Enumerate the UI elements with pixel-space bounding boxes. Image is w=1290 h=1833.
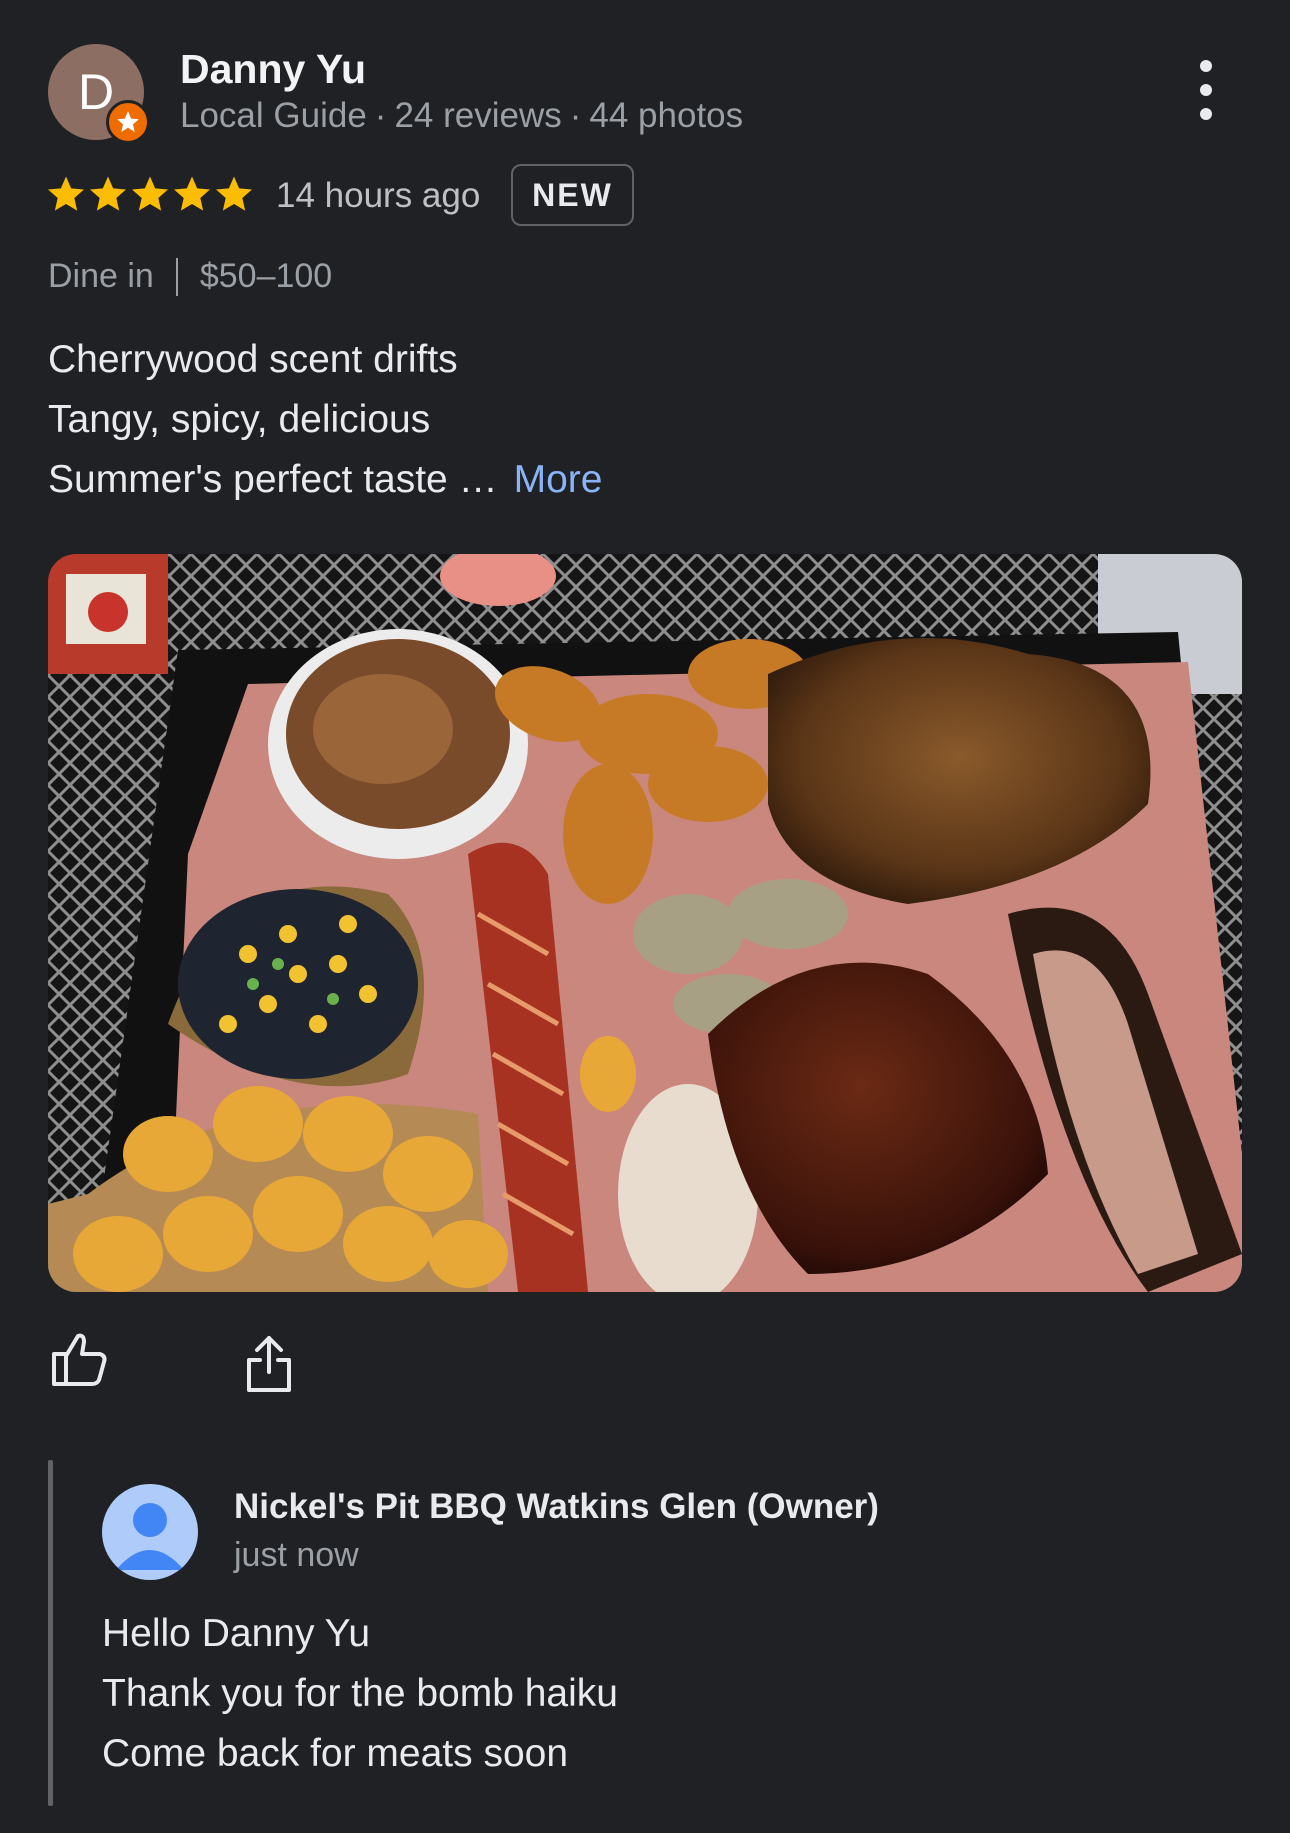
- reviewer-meta: Local Guide · 24 reviews · 44 photos: [180, 96, 743, 136]
- reviewer-review-count: 24 reviews: [394, 96, 562, 135]
- share-icon[interactable]: [244, 1334, 294, 1394]
- owner-avatar[interactable]: [102, 1484, 198, 1580]
- reply-line: Come back for meats soon: [102, 1732, 569, 1775]
- reviewer-name[interactable]: Danny Yu: [180, 46, 366, 93]
- reviewer-role: Local Guide: [180, 96, 367, 135]
- separator-dot: ·: [569, 96, 582, 135]
- star-icon: [90, 176, 126, 211]
- separator-dot: ·: [374, 96, 387, 135]
- owner-reply-time: just now: [234, 1536, 359, 1574]
- star-icon: [48, 176, 84, 211]
- star-icon: [174, 176, 210, 211]
- star-rating: [46, 174, 254, 214]
- reply-line: Hello Danny Yu: [102, 1612, 371, 1655]
- divider: [175, 257, 178, 296]
- service-info: Dine in $50–100: [48, 257, 332, 296]
- service-type: Dine in: [48, 257, 154, 295]
- reviewer-photo-count: 44 photos: [589, 96, 744, 135]
- new-badge: NEW: [511, 164, 634, 226]
- price-range: $50–100: [199, 257, 333, 295]
- review-line: Summer's perfect taste …: [48, 458, 498, 501]
- review-body: Cherrywood scent drifts Tangy, spicy, de…: [48, 330, 602, 510]
- owner-name[interactable]: Nickel's Pit BBQ Watkins Glen (Owner): [234, 1487, 879, 1527]
- star-icon: [132, 176, 168, 211]
- review-line: Tangy, spicy, delicious: [48, 398, 431, 441]
- review-time: 14 hours ago: [276, 176, 481, 215]
- local-guide-badge-icon: [106, 100, 150, 144]
- thumbs-up-icon[interactable]: [50, 1330, 110, 1390]
- more-link[interactable]: More: [514, 458, 603, 501]
- review-line: Cherrywood scent drifts: [48, 338, 458, 381]
- star-icon: [216, 176, 252, 211]
- reply-line: Thank you for the bomb haiku: [102, 1672, 618, 1715]
- reply-indent-bar: [48, 1460, 53, 1806]
- bbq-platter-photo[interactable]: [48, 554, 1242, 1292]
- owner-reply-body: Hello Danny Yu Thank you for the bomb ha…: [102, 1604, 618, 1784]
- more-options-icon[interactable]: [1190, 60, 1222, 120]
